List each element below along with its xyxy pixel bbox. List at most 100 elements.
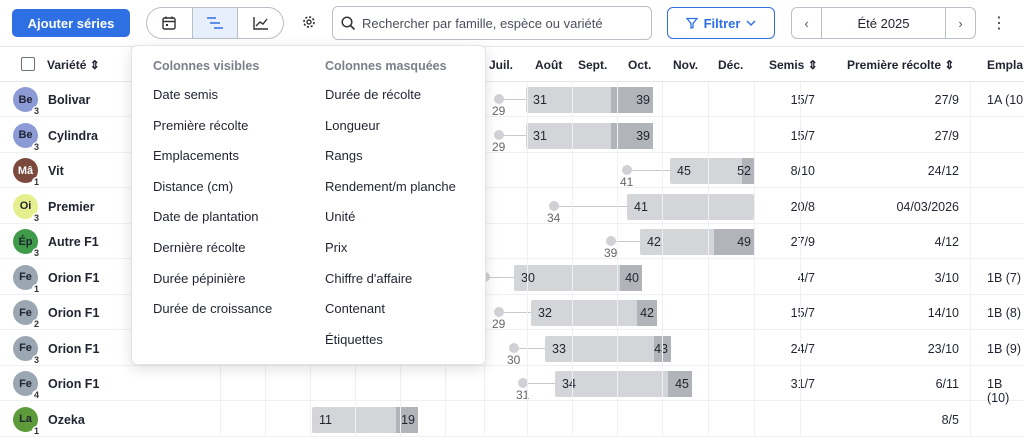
gear-icon	[303, 16, 315, 28]
visible-column-item[interactable]: Date semis	[153, 84, 272, 115]
sowing-date: 15/7	[790, 93, 815, 107]
avatar-initials: Fe	[19, 342, 32, 354]
grid-line	[662, 82, 663, 437]
hidden-column-item[interactable]: Durée de récolte	[325, 84, 456, 115]
hidden-column-item[interactable]: Longueur	[325, 115, 456, 146]
chart-view-button[interactable]	[238, 8, 283, 38]
chevron-down-icon	[746, 20, 756, 27]
variety-name[interactable]: Orion F1	[48, 377, 99, 391]
hidden-column-item[interactable]: Prix	[325, 237, 456, 268]
settings-button[interactable]	[300, 13, 318, 31]
hidden-column-item[interactable]: Contenant	[325, 298, 456, 329]
bar-end-week: 39	[636, 93, 650, 107]
search-placeholder: Rechercher par famille, espèce ou variét…	[362, 15, 603, 31]
harvest-bar[interactable]: 32 42	[531, 300, 657, 326]
variety-name[interactable]: Bolivar	[48, 93, 90, 107]
bar-start-week: 33	[552, 341, 566, 356]
first-harvest-date: 23/10	[927, 341, 959, 356]
sowing-dot	[549, 200, 559, 211]
col-month: Août	[535, 58, 563, 72]
sort-icon: ⇕	[807, 58, 818, 72]
visible-column-item[interactable]: Durée de croissance	[153, 298, 272, 329]
variety-name[interactable]: Premier	[48, 200, 95, 214]
avatar-initials: Mâ	[17, 164, 34, 177]
col-location: Empla	[987, 58, 1024, 72]
gantt-icon	[207, 17, 223, 29]
visible-column-item[interactable]: Distance (cm)	[153, 176, 272, 207]
harvest-bar[interactable]: 42 49	[640, 229, 754, 255]
harvest-bar[interactable]: 3040	[514, 264, 642, 291]
avatar-count: 1	[31, 177, 41, 187]
select-all-checkbox[interactable]	[21, 57, 35, 71]
location: 1B (7)	[987, 270, 1022, 285]
col-first-harvest[interactable]: Première récolte ⇕	[847, 58, 954, 72]
hidden-column-item[interactable]: Rangs	[325, 145, 456, 176]
funnel-icon	[685, 17, 698, 29]
first-harvest-date: 24/12	[927, 164, 959, 178]
bar-start-week: 45	[677, 164, 691, 178]
filter-button[interactable]: Filtrer	[667, 7, 775, 39]
harvest-bar[interactable]: 41	[627, 193, 754, 220]
avatar: Be 3	[13, 122, 41, 152]
sowing-dot	[494, 94, 504, 104]
search-input[interactable]: Rechercher par famille, espèce ou variét…	[332, 6, 652, 40]
avatar: Be 3	[13, 87, 41, 116]
columns-dropdown: Colonnes visibles Date semis Première ré…	[131, 45, 486, 365]
gantt-view-button[interactable]	[192, 8, 239, 38]
table-row[interactable]: Fe 4 Orion F1 31 34 45 31/7 6/11 1B (10)	[0, 366, 1024, 405]
previous-season-button[interactable]: ‹	[792, 8, 822, 38]
avatar-count: 1	[31, 283, 41, 294]
filter-label: Filtrer	[703, 15, 741, 31]
bar-start-week: 34	[562, 377, 576, 391]
calendar-icon	[162, 16, 177, 30]
visible-column-item[interactable]: Emplacements	[153, 145, 272, 176]
hidden-column-item[interactable]: Étiquettes	[325, 329, 456, 360]
hidden-columns-list: Colonnes masquées Durée de récolte Longu…	[325, 58, 456, 359]
variety-name[interactable]: Orion F1	[48, 271, 99, 285]
more-options-button[interactable]: ⋮	[991, 13, 1007, 33]
variety-name[interactable]: Autre F1	[48, 235, 99, 249]
harvest-bar[interactable]: 45 52	[670, 158, 754, 184]
season-picker: ‹ Été 2025 ›	[791, 7, 976, 39]
harvest-bar[interactable]: 34 45	[555, 371, 692, 397]
location: 1A (10	[987, 93, 1024, 107]
variety-name[interactable]: Cylindra	[48, 129, 98, 143]
visible-column-item[interactable]: Première récolte	[153, 115, 272, 146]
hidden-column-item[interactable]: Rendement/m planche	[325, 176, 456, 207]
table-row[interactable]: La 1 Ozeka 11 19 8/5	[0, 402, 1024, 437]
visible-column-item[interactable]: Durée pépinière	[153, 268, 272, 299]
avatar-initials: Oi	[19, 200, 32, 212]
grid-line	[800, 82, 801, 437]
variety-name[interactable]: Orion F1	[48, 342, 99, 356]
visible-column-item[interactable]: Date de plantation	[153, 206, 272, 237]
next-season-button[interactable]: ›	[945, 8, 975, 38]
variety-name[interactable]: Ozeka	[48, 413, 85, 427]
col-sowing[interactable]: Semis ⇕	[769, 58, 818, 72]
avatar: Ép 3	[13, 229, 41, 258]
harvest-bar[interactable]: 31 39	[526, 122, 653, 149]
avatar-initials: La	[19, 413, 32, 425]
sowing-date: 8/10	[790, 164, 815, 178]
chart-icon	[252, 17, 268, 30]
harvest-bar[interactable]: 31 39	[526, 87, 653, 113]
variety-name[interactable]: Orion F1	[48, 306, 99, 320]
add-series-button[interactable]: Ajouter séries	[12, 9, 130, 37]
avatar: Fe 3	[13, 335, 41, 365]
bar-end-week: 45	[675, 377, 689, 391]
harvest-bar[interactable]: 11 19	[312, 406, 418, 433]
sowing-week-label: 29	[492, 317, 506, 331]
variety-name[interactable]: Vit	[48, 164, 64, 178]
hidden-column-item[interactable]: Chiffre d'affaire	[325, 268, 456, 299]
col-variety[interactable]: Variété ⇕	[47, 58, 100, 72]
view-switcher	[146, 7, 284, 39]
harvest-bar[interactable]: 3343	[545, 335, 671, 362]
col-variety-label: Variété	[47, 58, 87, 72]
sowing-date: 31/7	[790, 377, 815, 391]
visible-column-item[interactable]: Dernière récolte	[153, 237, 272, 268]
grid-line	[527, 82, 528, 437]
hidden-column-item[interactable]: Unité	[325, 206, 456, 237]
season-label: Été 2025	[857, 15, 910, 31]
sowing-week-label: 30	[507, 352, 521, 367]
location: 1B (8)	[987, 306, 1022, 320]
calendar-view-button[interactable]	[147, 8, 193, 38]
